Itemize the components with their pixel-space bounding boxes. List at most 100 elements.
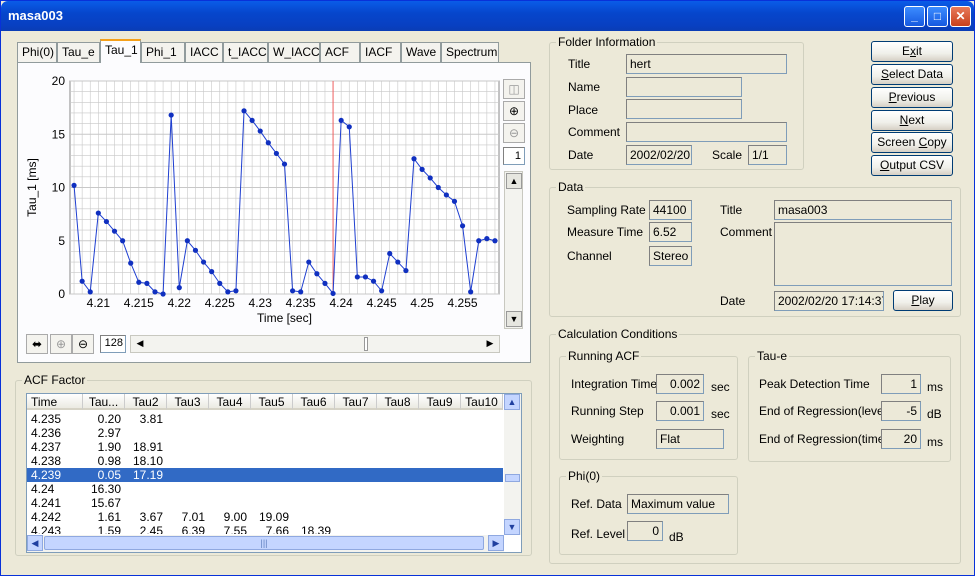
table-cell: 18.39: [300, 524, 331, 534]
data-group: Data Sampling Rate 44100 Measure Time 6.…: [549, 180, 961, 317]
data-point: [484, 236, 490, 242]
zoom-out-icon[interactable]: ⊖: [503, 123, 525, 143]
y-tick-label: 15: [52, 127, 66, 141]
acf-scroll-left-icon[interactable]: ◀: [27, 535, 43, 551]
column-header[interactable]: Tau6: [293, 394, 335, 410]
table-cell: 3.67: [139, 510, 163, 524]
tab-phi-1[interactable]: Phi_1: [141, 42, 185, 62]
column-header[interactable]: Tau10: [461, 394, 503, 410]
acf-hscroll-thumb[interactable]: |||: [44, 536, 484, 550]
column-header[interactable]: Tau5: [251, 394, 293, 410]
data-point: [71, 182, 77, 188]
h-zoom-out-icon[interactable]: ⊖: [72, 334, 94, 354]
title-bar[interactable]: masa003 _ □ ✕: [1, 1, 974, 31]
table-cell: 0.98: [97, 454, 121, 468]
column-header[interactable]: Tau3: [167, 394, 209, 410]
scroll-up-icon[interactable]: ▲: [506, 173, 522, 189]
tab-iacf[interactable]: IACF: [360, 42, 401, 62]
folder-comment-field: [626, 122, 787, 142]
table-cell: 3.81: [139, 412, 163, 426]
table-row[interactable]: 4.238 0.98 18.10: [27, 454, 503, 468]
chart-vertical-scrollbar[interactable]: ▲ ▼: [504, 171, 523, 329]
split-icon[interactable]: ◫: [503, 79, 525, 99]
data-point: [111, 228, 118, 234]
table-row[interactable]: 4.235 0.20 3.81: [27, 412, 503, 426]
tab-tau-e[interactable]: Tau_e: [57, 42, 100, 62]
select-data-button[interactable]: Select Data: [871, 64, 953, 85]
data-point: [395, 259, 401, 265]
chart-horizontal-scrollbar[interactable]: ◀ ▶: [130, 335, 500, 353]
zoom-in-icon[interactable]: ⊕: [503, 101, 525, 121]
table-row[interactable]: 4.237 1.90 18.91: [27, 440, 503, 454]
tab-phi-0-[interactable]: Phi(0): [17, 42, 57, 62]
table-cell: [335, 454, 377, 468]
folder-scale-label: Scale: [712, 148, 743, 162]
exit-button[interactable]: Exit: [871, 41, 953, 62]
column-header[interactable]: Tau2: [125, 394, 167, 410]
column-header[interactable]: Tau4: [209, 394, 251, 410]
next-button[interactable]: Next: [871, 110, 953, 131]
scroll-thumb[interactable]: [364, 337, 368, 351]
table-cell: [461, 426, 503, 440]
table-cell: [293, 482, 335, 496]
table-cell: [335, 412, 377, 426]
data-point: [427, 175, 433, 181]
tab-spectrum[interactable]: Spectrum: [441, 42, 499, 62]
column-header[interactable]: Tau7: [335, 394, 377, 410]
maximize-icon[interactable]: □: [927, 6, 948, 27]
acf-vertical-scrollbar[interactable]: ▲ ▼: [504, 394, 521, 535]
column-header[interactable]: Tau8: [377, 394, 419, 410]
column-header[interactable]: Tau9: [419, 394, 461, 410]
acf-factor-list[interactable]: Time Tau... Tau2 Tau3 Tau4 Tau5 Tau6 Tau7 Tau8 Ta…: [26, 393, 522, 553]
acf-scroll-right-icon[interactable]: ▶: [488, 535, 504, 551]
table-cell: 4.235: [31, 412, 62, 426]
acf-scroll-down-icon[interactable]: ▼: [504, 519, 520, 535]
minimize-icon[interactable]: _: [904, 6, 925, 27]
table-cell: 4.238: [31, 454, 62, 468]
table-row[interactable]: 4.241 15.67: [27, 496, 503, 510]
acf-horizontal-scrollbar[interactable]: ◀ ||| ▶: [27, 535, 504, 552]
zoom-level-field[interactable]: 128: [100, 335, 126, 353]
table-cell: [167, 468, 209, 482]
folder-date-field: 2002/02/20: [626, 145, 692, 165]
table-cell: [461, 412, 503, 426]
fit-width-icon[interactable]: ⬌: [26, 334, 48, 354]
table-cell: [251, 496, 293, 510]
acf-scroll-up-icon[interactable]: ▲: [504, 394, 520, 410]
scroll-right-icon[interactable]: ▶: [482, 336, 498, 352]
tab-w-iacc[interactable]: W_IACC: [268, 42, 320, 62]
acf-factor-label: ACF Factor: [22, 373, 88, 387]
x-axis-label: Time [sec]: [257, 311, 312, 325]
page-number-field[interactable]: 1: [503, 147, 525, 165]
table-row[interactable]: 4.243 1.59 2.45 6.39 7.55 7.66 18.39: [27, 524, 503, 534]
table-row[interactable]: 4.239 0.05 17.19: [27, 468, 503, 482]
tab-acf[interactable]: ACF: [320, 42, 360, 62]
previous-button[interactable]: Previous: [871, 87, 953, 108]
scroll-left-icon[interactable]: ◀: [132, 336, 148, 352]
scroll-down-icon[interactable]: ▼: [506, 311, 522, 327]
table-cell: 4.24: [31, 482, 55, 496]
table-row[interactable]: 4.242 1.61 3.67 7.01 9.00 19.09: [27, 510, 503, 524]
ref-data-label: Ref. Data: [571, 497, 622, 511]
tab-t-iacc[interactable]: t_IACC: [223, 42, 268, 62]
table-row[interactable]: 4.24 16.30: [27, 482, 503, 496]
output-csv-button[interactable]: Output CSV: [871, 155, 953, 176]
table-cell: [461, 524, 503, 534]
screen-copy-button[interactable]: Screen Copy: [871, 132, 953, 153]
tab-panel: 0 5 10 15 20 4.21 4.215 4.22 4.225 4.23 4.235 4.24 4…: [17, 62, 531, 363]
table-cell: [461, 482, 503, 496]
folder-title-label: Title: [568, 57, 591, 71]
tab-iacc[interactable]: IACC: [185, 42, 223, 62]
column-header[interactable]: Tau...: [83, 394, 125, 410]
acf-table-header: Time Tau... Tau2 Tau3 Tau4 Tau5 Tau6 Tau7 Tau8 Ta…: [27, 394, 503, 410]
table-cell: 4.236: [31, 426, 62, 440]
acf-scroll-thumb[interactable]: [505, 474, 520, 482]
column-header[interactable]: Time: [27, 394, 83, 410]
play-button[interactable]: Play: [893, 290, 953, 311]
tab-tau-1[interactable]: Tau_1: [100, 39, 141, 63]
close-icon[interactable]: ✕: [950, 6, 971, 27]
sampling-rate-label: Sampling Rate: [567, 203, 646, 217]
h-zoom-in-icon[interactable]: ⊕: [50, 334, 72, 354]
table-row[interactable]: 4.236 2.97: [27, 426, 503, 440]
tab-wave[interactable]: Wave: [401, 42, 441, 62]
